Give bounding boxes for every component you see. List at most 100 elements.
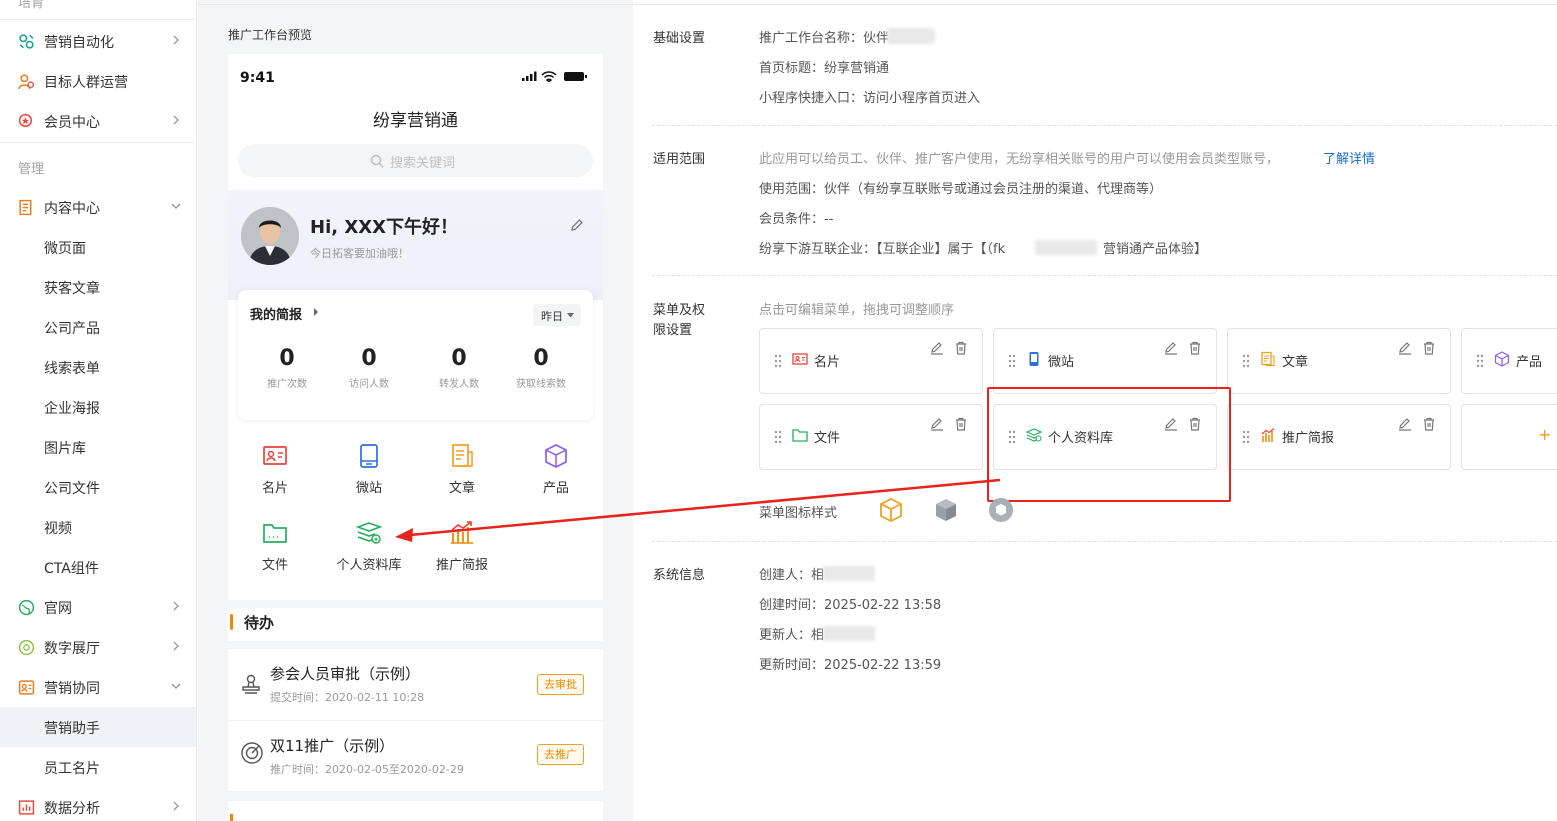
sidebar-item-micro-page[interactable]: 微页面	[0, 227, 196, 267]
sidebar-item-cta[interactable]: CTA组件	[0, 547, 196, 587]
search-input[interactable]: 搜索关键词	[238, 144, 593, 177]
todo-title: 待办	[244, 614, 275, 632]
edit-icon[interactable]	[1398, 341, 1412, 355]
stat-label: 获取线索数	[516, 379, 566, 390]
stamp-icon	[242, 674, 260, 694]
sidebar-item-label: 营销协同	[44, 681, 100, 697]
period-value: 昨日	[541, 310, 563, 323]
delete-icon[interactable]	[1188, 417, 1202, 431]
sidebar-item-digital-hall[interactable]: 数字展厅	[0, 627, 196, 667]
sidebar-item-content-center[interactable]: 内容中心	[0, 187, 196, 227]
icon-style-round-icon[interactable]	[988, 497, 1014, 523]
sidebar-item-company-product[interactable]: 公司产品	[0, 307, 196, 347]
todo-item[interactable]: 参会人员审批（示例） 提交时间：2020-02-11 10:28 去审批	[228, 649, 603, 719]
period-select[interactable]: 昨日	[533, 304, 581, 326]
product-icon	[1494, 351, 1510, 367]
edit-icon[interactable]	[1398, 417, 1412, 431]
sidebar-item-image-library[interactable]: 图片库	[0, 427, 196, 467]
menu-item-product[interactable]: 产品	[516, 442, 596, 502]
menu-card-card[interactable]: 名片	[759, 328, 983, 394]
menu-card-label: 微站	[1048, 355, 1075, 370]
drag-handle-icon[interactable]	[774, 354, 782, 368]
collab-icon	[18, 680, 35, 695]
chevron-right-icon	[173, 641, 179, 651]
add-menu-button[interactable]: +	[1461, 404, 1557, 470]
workbench-name: 推广工作台名称：伙伴	[759, 31, 890, 46]
menu-card-file[interactable]: 文件	[759, 404, 983, 470]
approve-button[interactable]: 去审批	[537, 674, 584, 695]
drag-handle-icon[interactable]	[1242, 430, 1250, 444]
menu-card-label: 名片	[814, 355, 841, 370]
sidebar-item-official-site[interactable]: 官网	[0, 587, 196, 627]
sidebar-item-poster[interactable]: 企业海报	[0, 387, 196, 427]
card-icon	[263, 446, 287, 465]
member-icon	[18, 113, 33, 128]
delete-icon[interactable]	[954, 417, 968, 431]
menu-card-library[interactable]: 个人资料库	[993, 404, 1217, 470]
sidebar-item-company-files[interactable]: 公司文件	[0, 467, 196, 507]
sidebar-item-video[interactable]: 视频	[0, 507, 196, 547]
menu-item-article[interactable]: 文章	[422, 442, 502, 502]
drag-handle-icon[interactable]	[1008, 430, 1016, 444]
learn-more-link[interactable]: 了解详情	[1323, 148, 1375, 167]
delete-icon[interactable]	[1188, 341, 1202, 355]
promote-button[interactable]: 去推广	[537, 744, 584, 765]
sidebar-item-data-analysis[interactable]: 数据分析	[0, 787, 196, 821]
sidebar-item-lead-article[interactable]: 获客文章	[0, 267, 196, 307]
sidebar-item-employee-card[interactable]: 员工名片	[0, 747, 196, 787]
menu-item-library[interactable]: 个人资料库	[329, 519, 409, 579]
sidebar-item-label: CTA组件	[44, 561, 99, 577]
sidebar-item-automation[interactable]: 营销自动化	[0, 21, 196, 61]
menu-item-report[interactable]: 推广简报	[422, 519, 502, 579]
edit-icon[interactable]	[1164, 341, 1178, 355]
redacted-block	[823, 566, 875, 581]
menu-item-card[interactable]: 名片	[235, 442, 315, 502]
drag-handle-icon[interactable]	[774, 430, 782, 444]
menu-item-file[interactable]: 文件	[235, 519, 315, 579]
todo-item[interactable]: 双11推广（示例） 推广时间：2020-02-05至2020-02-29 去推广	[228, 721, 603, 791]
delete-icon[interactable]	[1422, 341, 1436, 355]
edit-icon[interactable]	[930, 417, 944, 431]
drag-handle-icon[interactable]	[1242, 354, 1250, 368]
globe-icon	[18, 599, 35, 616]
drag-handle-icon[interactable]	[1476, 354, 1484, 368]
menu-item-microsite[interactable]: 微站	[329, 442, 409, 502]
delete-icon[interactable]	[954, 341, 968, 355]
icon-style-solid-icon[interactable]	[933, 497, 959, 523]
icon-style-outline-icon[interactable]	[878, 497, 904, 523]
edit-icon[interactable]	[930, 341, 944, 355]
sidebar-group-nurture: 培育	[18, 0, 45, 11]
divider	[0, 142, 196, 143]
sidebar-item-label: 获客文章	[44, 281, 100, 297]
sidebar-item-label: 营销自动化	[44, 35, 114, 51]
edit-icon[interactable]	[1164, 417, 1178, 431]
sidebar-item-member[interactable]: 会员中心	[0, 101, 196, 141]
stat-value: 0	[279, 346, 295, 371]
menu-card-article[interactable]: 文章	[1227, 328, 1451, 394]
hall-icon	[18, 639, 35, 656]
drag-handle-icon[interactable]	[1008, 354, 1016, 368]
redacted-block	[823, 626, 875, 641]
sidebar-item-lead-form[interactable]: 线索表单	[0, 347, 196, 387]
menu-item-label: 个人资料库	[336, 558, 402, 573]
chevron-down-icon	[171, 683, 181, 689]
stat-value: 0	[451, 346, 467, 371]
library-icon	[355, 522, 383, 544]
brief-title[interactable]: 我的简报	[250, 304, 302, 323]
app-title: 纷享营销通	[373, 111, 458, 131]
sidebar-item-marketing-assistant[interactable]: 营销助手	[0, 707, 196, 747]
menu-item-label: 推广简报	[435, 558, 488, 573]
edit-icon[interactable]	[570, 218, 584, 232]
menu-item-label: 文章	[448, 481, 475, 496]
menu-card-product[interactable]: 产品	[1461, 328, 1557, 394]
sidebar-item-audience[interactable]: 目标人群运营	[0, 61, 196, 101]
sidebar-item-label: 内容中心	[44, 201, 100, 217]
menu-card-report[interactable]: 推广简报	[1227, 404, 1451, 470]
updated-at: 更新时间：2025-02-22 13:59	[759, 658, 942, 673]
sidebar-item-marketing-collab[interactable]: 营销协同	[0, 667, 196, 707]
menu-item-label: 名片	[261, 481, 288, 496]
section-marker	[230, 614, 233, 630]
delete-icon[interactable]	[1422, 417, 1436, 431]
stat-value: 0	[533, 346, 549, 371]
menu-card-microsite[interactable]: 微站	[993, 328, 1217, 394]
